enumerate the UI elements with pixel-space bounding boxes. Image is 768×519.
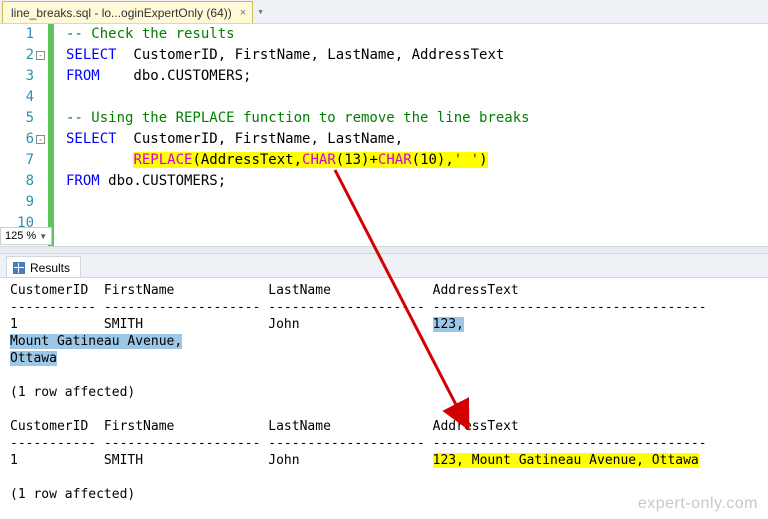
change-marker [48, 24, 54, 246]
selected-text: Mount Gatineau Avenue, [10, 334, 182, 349]
file-tab[interactable]: line_breaks.sql - lo...oginExpertOnly (6… [2, 1, 253, 23]
zoom-value: 125 % [5, 230, 36, 242]
results-divider: ----------- -------------------- -------… [10, 300, 707, 315]
selected-text: 123, [433, 317, 464, 332]
close-icon[interactable]: × [240, 7, 246, 19]
rows-affected: (1 row affected) [10, 487, 135, 502]
result-row: 1 SMITH John [10, 453, 433, 468]
fold-icon[interactable]: - [36, 135, 45, 144]
horizontal-splitter[interactable]: 125 % ▼ [0, 246, 768, 254]
result-row: 1 SMITH John [10, 317, 433, 332]
chevron-down-icon: ▼ [39, 232, 47, 241]
zoom-selector[interactable]: 125 % ▼ [0, 227, 52, 245]
results-pane[interactable]: CustomerID FirstName LastName AddressTex… [0, 278, 768, 513]
grid-icon [13, 262, 25, 274]
watermark: expert-only.com [638, 495, 758, 513]
line-number-gutter: 1 2 3 4 5 6 7 8 9 10 - - [0, 24, 48, 246]
results-tab-label: Results [30, 261, 70, 275]
highlighted-text: 123, Mount Gatineau Avenue, Ottawa [433, 453, 699, 468]
results-tab[interactable]: Results [6, 256, 81, 277]
pin-icon[interactable]: ▾ [257, 1, 264, 23]
results-tab-strip: Results [0, 254, 768, 278]
code-area[interactable]: -- Check the resultsSELECT CustomerID, F… [48, 24, 530, 246]
rows-affected: (1 row affected) [10, 385, 135, 400]
file-tab-title: line_breaks.sql - lo...oginExpertOnly (6… [11, 6, 232, 20]
tab-strip: line_breaks.sql - lo...oginExpertOnly (6… [0, 0, 768, 24]
results-header: CustomerID FirstName LastName AddressTex… [10, 419, 519, 434]
fold-icon[interactable]: - [36, 51, 45, 60]
results-divider: ----------- -------------------- -------… [10, 436, 707, 451]
sql-editor[interactable]: 1 2 3 4 5 6 7 8 9 10 - - -- Check the re… [0, 24, 768, 246]
selected-text: Ottawa [10, 351, 57, 366]
results-header: CustomerID FirstName LastName AddressTex… [10, 283, 519, 298]
